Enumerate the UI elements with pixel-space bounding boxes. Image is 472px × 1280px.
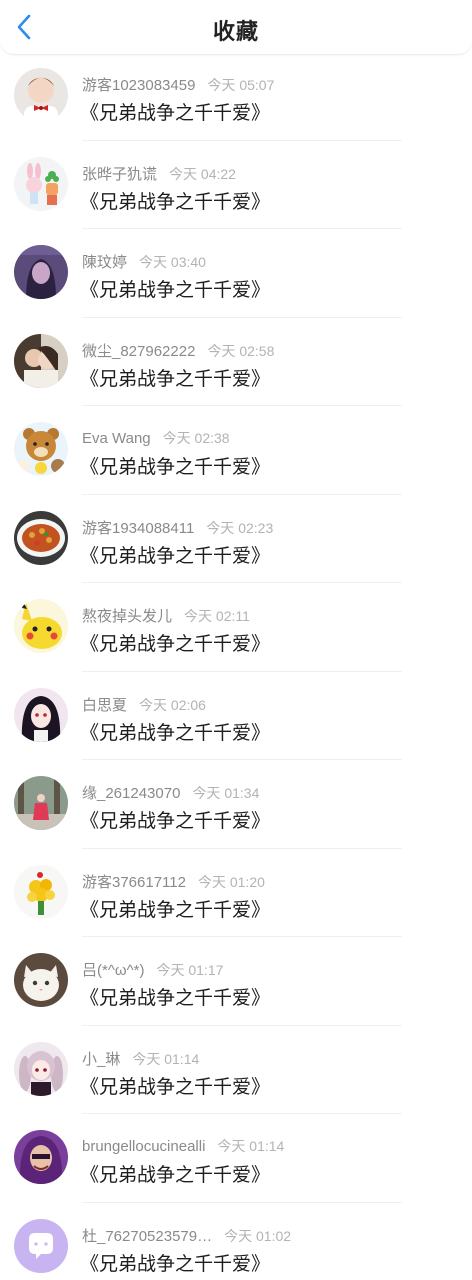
list-item[interactable]: 杜_76270523579… 今天 01:02 《兄弟战争之千千爱》 bbox=[0, 1203, 472, 1280]
username[interactable]: 游客376617112 bbox=[82, 874, 186, 891]
timestamp: 今天 01:20 bbox=[197, 873, 265, 890]
header-bar: 收藏 bbox=[0, 0, 472, 55]
work-title[interactable]: 《兄弟战争之千千爱》 bbox=[80, 1160, 270, 1187]
item-meta: 游客1934088411 今天 02:23 bbox=[82, 517, 273, 538]
timestamp: 今天 02:38 bbox=[162, 430, 230, 446]
item-meta: brungellocucinealli 今天 01:14 bbox=[82, 1136, 284, 1156]
list-item[interactable]: Eva Wang 今天 02:38 《兄弟战争之千千爱》 bbox=[0, 406, 472, 495]
username[interactable]: 白思夏 bbox=[82, 697, 127, 714]
username[interactable]: 熬夜掉头发儿 bbox=[82, 608, 172, 625]
list-item[interactable]: 熬夜掉头发儿 今天 02:11 《兄弟战争之千千爱》 bbox=[0, 583, 472, 672]
anime-girl-pigtails-avatar[interactable] bbox=[14, 1041, 68, 1096]
favorites-list: 游客1023083459 今天 05:07 《兄弟战争之千千爱》 张晔子犰谎 今… bbox=[0, 52, 472, 1280]
username[interactable]: brungellocucinealli bbox=[82, 1138, 205, 1155]
work-title[interactable]: 《兄弟战争之千千爱》 bbox=[80, 718, 270, 745]
item-meta: 白思夏 今天 02:06 bbox=[82, 694, 206, 715]
list-item[interactable]: 吕(*^ω^*) 今天 01:17 《兄弟战争之千千爱》 bbox=[0, 937, 472, 1026]
item-meta: 吕(*^ω^*) 今天 01:17 bbox=[82, 959, 223, 980]
white-cat-avatar[interactable] bbox=[14, 953, 68, 1007]
work-title[interactable]: 《兄弟战争之千千爱》 bbox=[80, 275, 270, 302]
username[interactable]: 杜_76270523579… bbox=[82, 1228, 212, 1245]
work-title[interactable]: 《兄弟战争之千千爱》 bbox=[80, 629, 270, 656]
bunny-cactus-avatar[interactable] bbox=[14, 156, 68, 211]
work-title[interactable]: 《兄弟战争之千千爱》 bbox=[80, 187, 270, 214]
item-meta: 小_琳 今天 01:14 bbox=[82, 1048, 199, 1069]
purple-portrait-avatar[interactable] bbox=[14, 245, 68, 299]
list-item[interactable]: 陳玟婷 今天 03:40 《兄弟战争之千千爱》 bbox=[0, 229, 472, 318]
timestamp: 今天 01:34 bbox=[192, 785, 260, 801]
flower-bouquet-avatar[interactable] bbox=[14, 864, 68, 919]
work-title[interactable]: 《兄弟战争之千千爱》 bbox=[80, 452, 270, 479]
item-meta: 缘_261243070 今天 01:34 bbox=[82, 782, 259, 803]
username[interactable]: 游客1934088411 bbox=[82, 520, 194, 537]
timestamp: 今天 01:02 bbox=[224, 1227, 292, 1244]
list-item[interactable]: 游客1023083459 今天 05:07 《兄弟战争之千千爱》 bbox=[0, 52, 472, 141]
timestamp: 今天 01:17 bbox=[156, 962, 224, 978]
timestamp: 今天 02:58 bbox=[207, 342, 275, 359]
item-meta: 游客1023083459 今天 05:07 bbox=[82, 74, 274, 95]
purple-character-avatar[interactable] bbox=[14, 1130, 68, 1184]
timestamp: 今天 02:11 bbox=[184, 608, 250, 624]
timestamp: 今天 01:14 bbox=[217, 1138, 285, 1154]
item-meta: Eva Wang 今天 02:38 bbox=[82, 428, 230, 448]
work-title[interactable]: 《兄弟战争之千千爱》 bbox=[80, 806, 270, 833]
work-title[interactable]: 《兄弟战争之千千爱》 bbox=[80, 541, 270, 568]
username[interactable]: 缘_261243070 bbox=[82, 785, 180, 802]
list-item[interactable]: 游客376617112 今天 01:20 《兄弟战争之千千爱》 bbox=[0, 849, 472, 937]
list-item[interactable]: 微尘_827962222 今天 02:58 《兄弟战争之千千爱》 bbox=[0, 318, 472, 406]
item-meta: 游客376617112 今天 01:20 bbox=[82, 871, 265, 892]
username[interactable]: 游客1023083459 bbox=[82, 77, 195, 94]
list-item[interactable]: 白思夏 今天 02:06 《兄弟战争之千千爱》 bbox=[0, 672, 472, 760]
timestamp: 今天 04:22 bbox=[169, 165, 236, 182]
page-title: 收藏 bbox=[212, 19, 259, 44]
work-title[interactable]: 《兄弟战争之千千爱》 bbox=[80, 1072, 270, 1099]
work-title[interactable]: 《兄弟战争之千千爱》 bbox=[80, 983, 270, 1010]
username[interactable]: 张晔子犰谎 bbox=[82, 166, 157, 183]
rilakkuma-bear-avatar[interactable] bbox=[14, 422, 68, 476]
username[interactable]: 吕(*^ω^*) bbox=[82, 962, 144, 979]
anime-girl-dark-hair-avatar[interactable] bbox=[14, 687, 68, 742]
forest-girl-avatar[interactable] bbox=[14, 776, 68, 830]
username[interactable]: 陳玟婷 bbox=[82, 254, 127, 271]
food-dish-avatar[interactable] bbox=[14, 510, 68, 565]
timestamp: 今天 05:07 bbox=[207, 77, 275, 93]
timestamp: 今天 03:40 bbox=[139, 254, 206, 270]
list-item[interactable]: 小_琳 今天 01:14 《兄弟战争之千千爱》 bbox=[0, 1026, 472, 1114]
list-item[interactable]: brungellocucinealli 今天 01:14 《兄弟战争之千千爱》 bbox=[0, 1114, 472, 1203]
work-title[interactable]: 《兄弟战争之千千爱》 bbox=[80, 98, 270, 125]
item-meta: 微尘_827962222 今天 02:58 bbox=[82, 340, 274, 361]
timestamp: 今天 02:06 bbox=[139, 696, 206, 713]
child-with-bowtie-avatar[interactable] bbox=[14, 68, 68, 122]
favorites-page: 收藏 游客1023083459 今天 05:07 《兄弟战争之千千爱》 张晔子犰… bbox=[0, 0, 472, 1280]
timestamp: 今天 02:23 bbox=[206, 519, 274, 536]
list-item[interactable]: 张晔子犰谎 今天 04:22 《兄弟战争之千千爱》 bbox=[0, 141, 472, 229]
work-title[interactable]: 《兄弟战争之千千爱》 bbox=[80, 364, 270, 391]
pikachu-avatar[interactable] bbox=[14, 599, 68, 653]
list-item[interactable]: 游客1934088411 今天 02:23 《兄弟战争之千千爱》 bbox=[0, 495, 472, 583]
work-title[interactable]: 《兄弟战争之千千爱》 bbox=[80, 1249, 270, 1276]
item-meta: 杜_76270523579… 今天 01:02 bbox=[82, 1225, 291, 1246]
username[interactable]: 微尘_827962222 bbox=[82, 343, 195, 360]
work-title[interactable]: 《兄弟战争之千千爱》 bbox=[80, 895, 270, 922]
timestamp: 今天 01:14 bbox=[132, 1050, 200, 1067]
item-meta: 熬夜掉头发儿 今天 02:11 bbox=[82, 605, 250, 626]
item-meta: 张晔子犰谎 今天 04:22 bbox=[82, 163, 236, 184]
item-meta: 陳玟婷 今天 03:40 bbox=[82, 251, 206, 272]
list-item[interactable]: 缘_261243070 今天 01:34 《兄弟战争之千千爱》 bbox=[0, 760, 472, 849]
couple-photo-avatar[interactable] bbox=[14, 333, 68, 388]
username[interactable]: Eva Wang bbox=[82, 430, 151, 447]
username[interactable]: 小_琳 bbox=[82, 1051, 120, 1068]
default-chat-avatar[interactable] bbox=[14, 1218, 68, 1273]
